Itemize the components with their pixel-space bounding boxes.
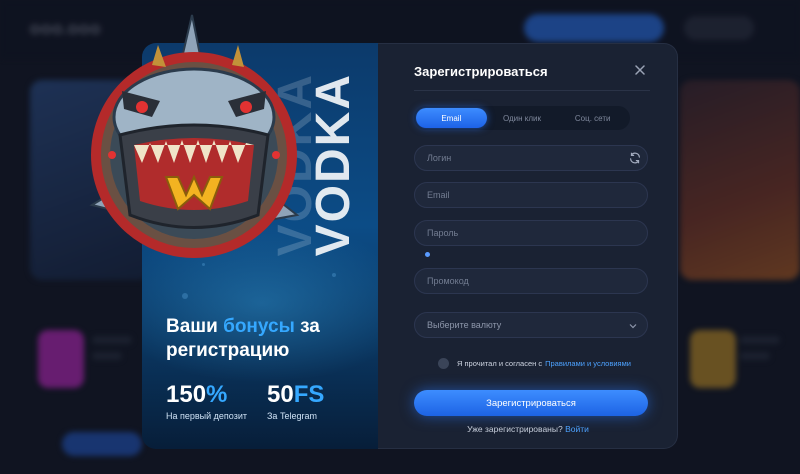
login-link[interactable]: Войти — [565, 424, 589, 434]
terms-agreement: Я прочитал и согласен с Правилами и усло… — [438, 358, 631, 369]
registration-form-panel: Зарегистрироваться Email Один клик Соц. … — [378, 43, 678, 449]
terms-link[interactable]: Правилами и условиями — [545, 359, 631, 368]
bonus-stat-telegram: 50FS За Telegram — [267, 381, 324, 421]
promo-title-accent: бонусы — [223, 316, 295, 337]
bonus-stat-label: За Telegram — [267, 411, 317, 421]
email-field[interactable] — [414, 182, 648, 208]
password-strength-indicator — [425, 252, 430, 257]
stat-unit: % — [206, 381, 228, 408]
register-button[interactable]: Зарегистрироваться — [414, 390, 648, 416]
bonus-stat-value: 50FS — [267, 381, 324, 409]
stat-number: 150 — [166, 381, 207, 408]
stat-unit: FS — [293, 381, 325, 408]
currency-select[interactable]: Выберите валюту — [414, 312, 648, 338]
tab-social[interactable]: Соц. сети — [557, 108, 628, 128]
promo-code-input[interactable] — [414, 268, 648, 294]
bonus-stat-value: 150% — [166, 381, 247, 409]
tab-email[interactable]: Email — [416, 108, 487, 128]
registration-modal: VODKA VODKA Ваши бонусы за регистрацию 1… — [89, 14, 678, 449]
already-registered-line: Уже зарегистрированы? Войти — [378, 424, 678, 434]
registration-method-tabs: Email Один клик Соц. сети — [414, 106, 630, 130]
currency-select-label: Выберите валюту — [427, 320, 502, 330]
chevron-down-icon — [629, 324, 637, 329]
stat-number: 50 — [267, 381, 294, 408]
bubble — [182, 293, 188, 299]
password-field[interactable] — [414, 220, 648, 246]
bonus-stat-deposit: 150% На первый депозит — [166, 381, 247, 421]
terms-checkbox[interactable] — [438, 358, 449, 369]
brand-vertical-logo: VODKA — [307, 73, 360, 257]
modal-title: Зарегистрироваться — [414, 64, 548, 79]
close-icon[interactable] — [632, 62, 648, 78]
header-divider — [414, 90, 650, 91]
already-registered-text: Уже зарегистрированы? — [467, 424, 563, 434]
bonus-stat-label: На первый депозит — [166, 411, 247, 421]
promo-title-text: Ваши — [166, 316, 224, 337]
shark-mascot-illustration — [89, 14, 300, 258]
bubble — [332, 273, 336, 277]
promo-title: Ваши бонусы за регистрацию — [166, 315, 356, 363]
refresh-icon[interactable] — [628, 151, 642, 165]
login-input[interactable] — [414, 145, 648, 171]
tab-one-click[interactable]: Один клик — [487, 108, 558, 128]
terms-text: Я прочитал и согласен с — [457, 359, 543, 368]
